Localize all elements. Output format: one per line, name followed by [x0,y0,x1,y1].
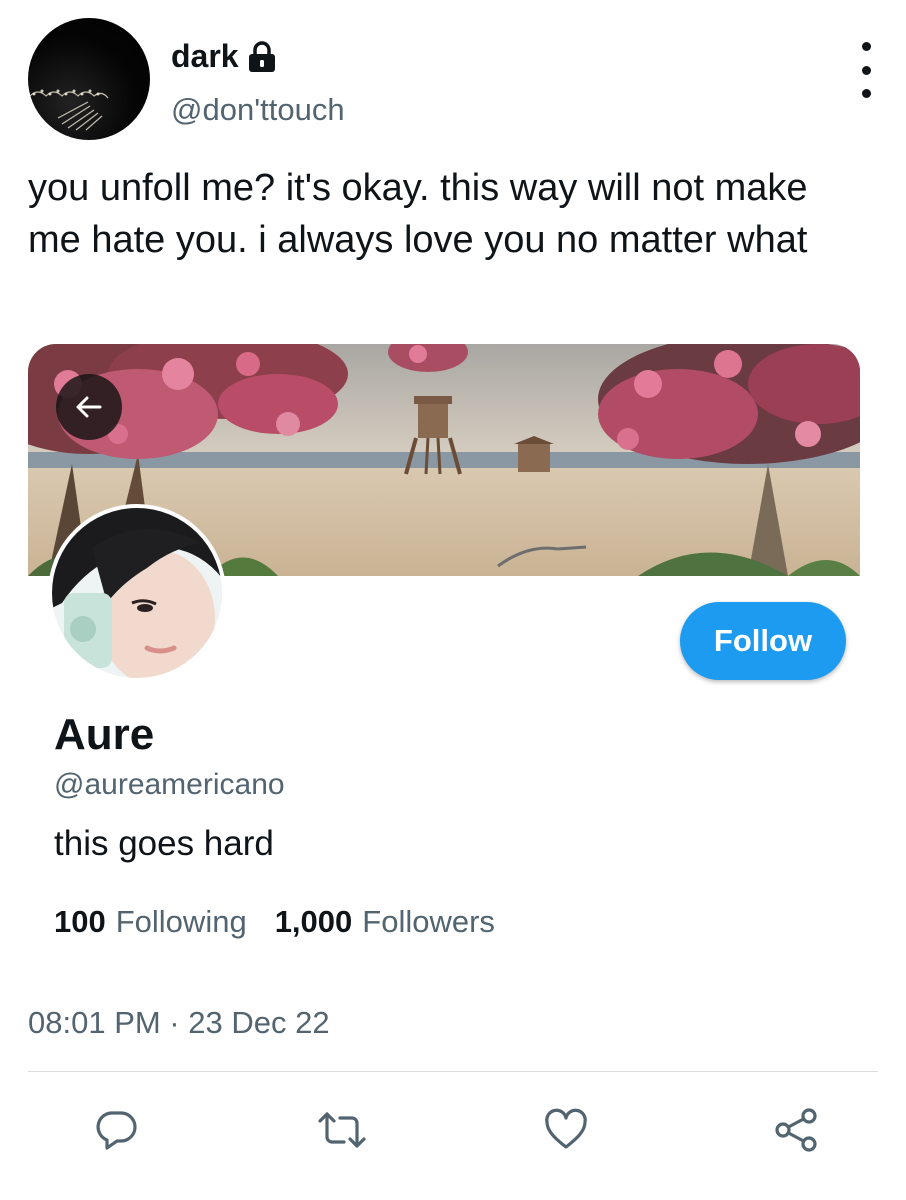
following-count: 100 [54,904,106,939]
divider [28,1071,878,1072]
tweet-header: dark @don'ttouch [28,18,878,143]
followers-count: 1,000 [274,904,353,939]
profile-handle: @aureamericano [54,768,285,801]
reply-icon[interactable] [86,1100,146,1160]
heart-icon[interactable] [536,1100,596,1160]
profile-stats: 100 Following 1,000 Followers [54,904,495,940]
profile-avatar[interactable] [48,504,226,682]
followers-stat[interactable]: 1,000 Followers [275,904,495,940]
author-name-row: dark [171,38,277,75]
more-vertical-icon[interactable] [856,42,876,98]
share-icon[interactable] [766,1100,826,1160]
author-avatar[interactable] [28,18,150,140]
tweet-action-bar [0,1100,906,1160]
author-handle: @don'ttouch [171,92,345,127]
arrow-left-icon [76,396,102,418]
tweet-text: you unfoll me? it's okay. this way will … [28,167,808,261]
profile-name[interactable]: Aure [54,710,154,760]
follow-button[interactable]: Follow [680,602,846,680]
followers-label: Followers [362,904,495,939]
profile-card[interactable]: Follow Aure @aureamericano this goes har… [28,344,860,974]
tweet-timestamp[interactable]: 08:01 PM · 23 Dec 22 [28,1005,330,1041]
profile-bio: this goes hard [54,824,274,863]
retweet-icon[interactable] [312,1100,372,1160]
back-button[interactable] [56,374,122,440]
ferris-wheel-lights-image [29,89,109,131]
author-name[interactable]: dark [171,38,239,75]
lock-icon [247,40,277,73]
following-label: Following [115,904,247,939]
following-stat[interactable]: 100 Following [54,904,247,940]
